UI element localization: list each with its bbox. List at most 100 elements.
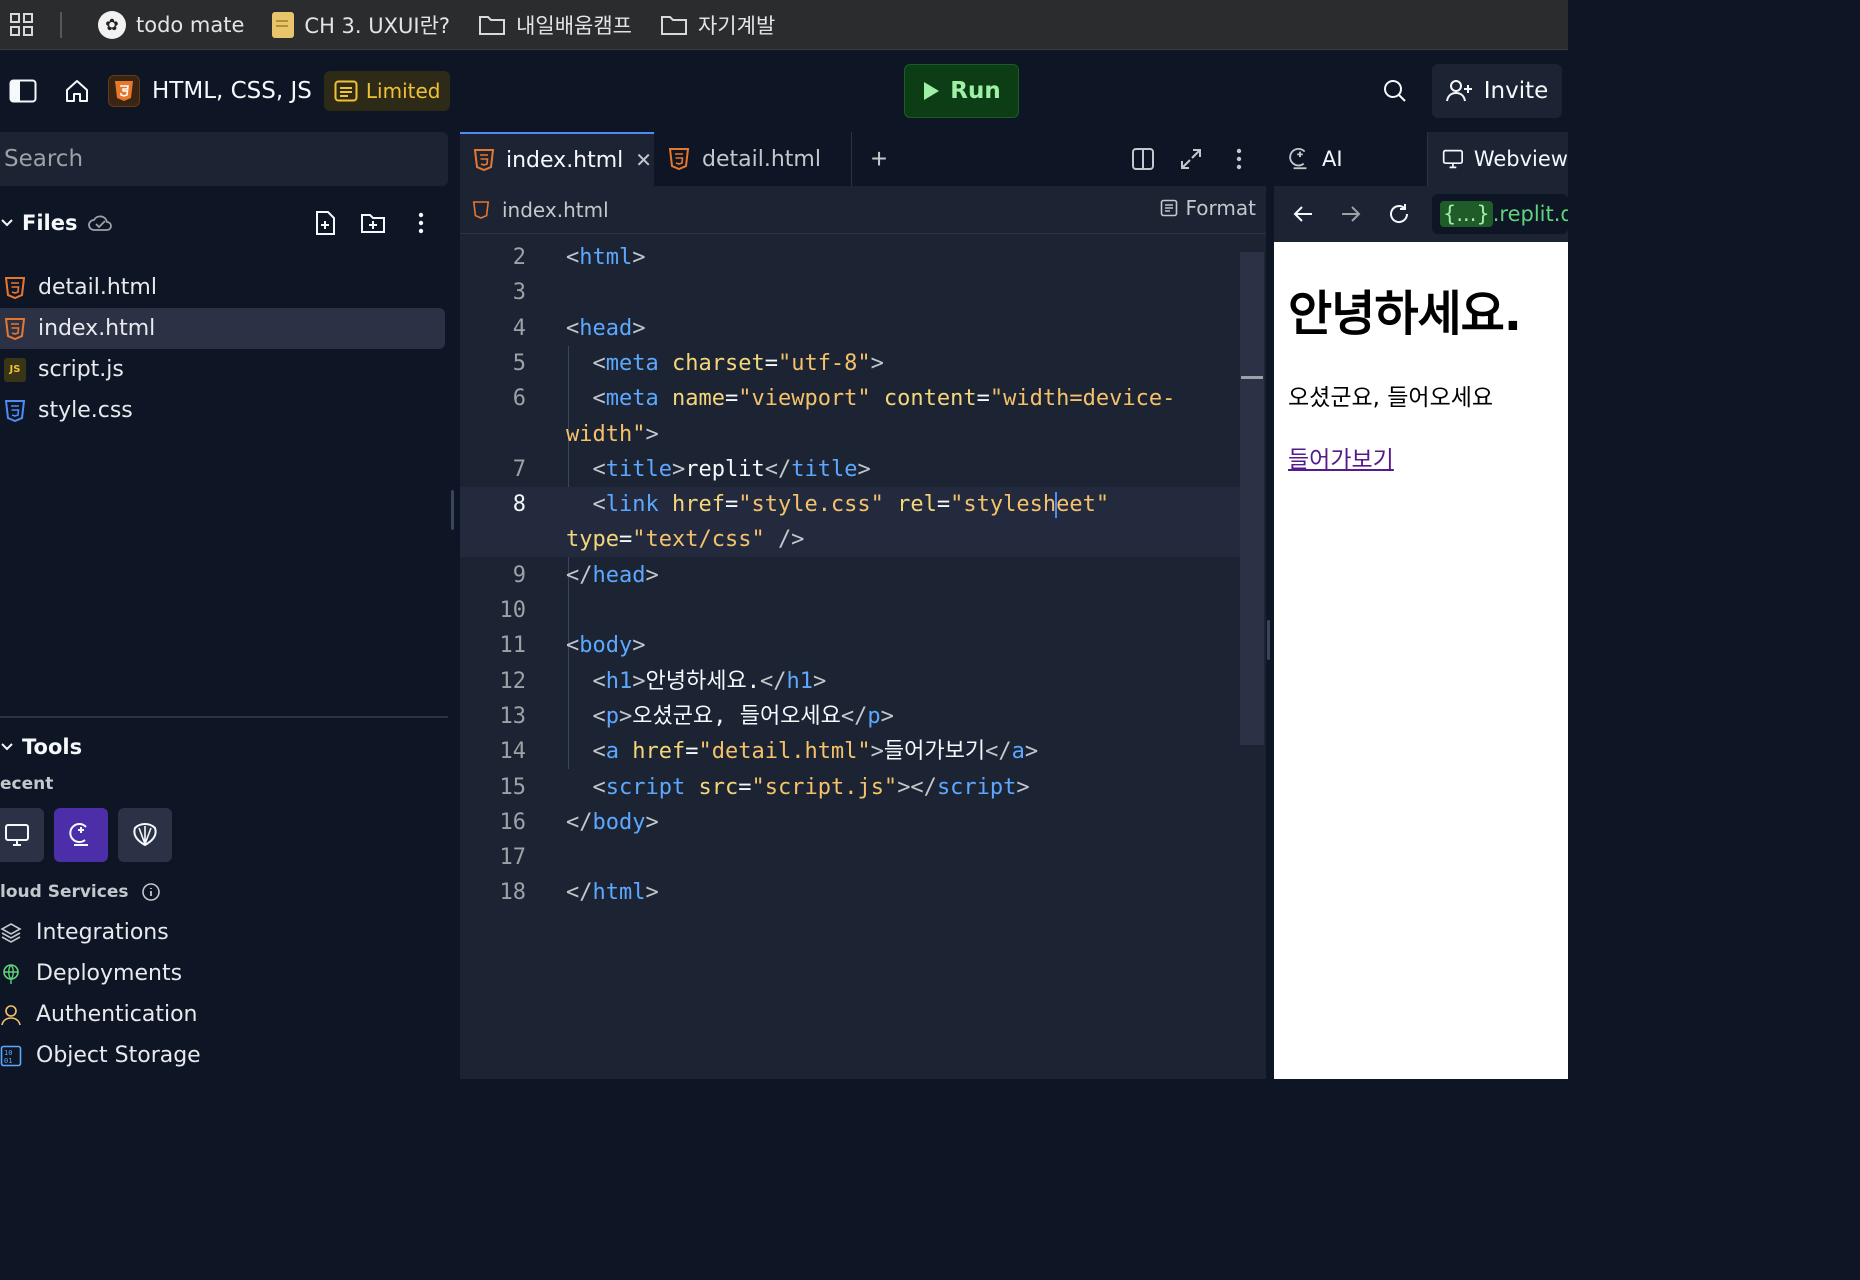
breadcrumb-file[interactable]: index.html (502, 198, 609, 222)
code-token: = (724, 492, 739, 518)
monitor-icon (5, 824, 29, 846)
apps-grid-icon[interactable] (2, 10, 42, 40)
more-options-icon[interactable] (1222, 142, 1256, 176)
cloud-item-integrations[interactable]: Integrations (0, 912, 201, 953)
chevron-down-icon (1, 219, 13, 227)
code-token: > (632, 315, 646, 341)
bookmark-todo-mate[interactable]: ✿ todo mate (84, 5, 258, 45)
ai-assistant-icon (1289, 147, 1307, 170)
code-text: <meta name="viewport" content="width=dev… (566, 381, 1175, 416)
code-token: charset (671, 350, 765, 376)
code-text: <head> (566, 311, 645, 346)
code-line: 10 (460, 593, 1240, 628)
split-view-icon[interactable] (1126, 142, 1160, 176)
bookmark-folder-bootcamp[interactable]: 내일배움캠프 (464, 5, 646, 45)
tools-header[interactable]: Tools (0, 730, 82, 764)
code-token: html (579, 245, 633, 270)
js-file-icon: JS (4, 357, 26, 382)
home-icon[interactable] (54, 68, 100, 114)
code-token: ></ (897, 774, 937, 800)
file-item-style-css[interactable]: style.css (0, 390, 445, 431)
code-text: <script src="script.js"></script> (566, 770, 1030, 805)
more-options-icon[interactable] (404, 206, 438, 240)
limited-badge[interactable]: Limited (323, 71, 451, 111)
reload-icon[interactable] (1384, 199, 1414, 229)
file-name: script.js (38, 357, 124, 382)
code-token: < (566, 774, 606, 800)
tab-ai[interactable]: AI (1274, 132, 1428, 186)
code-line: 16 </body> (460, 805, 1240, 840)
cloud-item-object-storage[interactable]: 10 01 Object Storage (0, 1035, 201, 1076)
pane-resize-handle[interactable] (1267, 620, 1270, 660)
new-file-icon[interactable] (308, 206, 342, 240)
ai-tool-button[interactable] (54, 808, 108, 862)
file-item-index-html[interactable]: index.html (0, 308, 445, 349)
webview-tool-button[interactable] (0, 808, 44, 862)
info-icon[interactable] (141, 882, 161, 902)
code-text: type="text/css" /> (566, 522, 804, 557)
code-text: </html> (566, 875, 659, 910)
repl-title[interactable]: HTML, CSS, JS (152, 78, 312, 104)
code-token: p (605, 703, 619, 729)
cloud-item-label: Object Storage (36, 1043, 201, 1068)
search-icon[interactable] (1372, 68, 1418, 114)
storage-icon: 10 01 (0, 1044, 22, 1068)
code-line: 9 </head> (460, 558, 1240, 593)
search-input[interactable]: Search (0, 132, 448, 186)
code-line: 7 <title>replit</title> (460, 452, 1240, 487)
bookmark-separator (60, 11, 62, 38)
bookmark-folder-selfdev[interactable]: 자기계발 (646, 5, 789, 45)
tab-webview[interactable]: Webview (1428, 132, 1568, 186)
cloud-item-authentication[interactable]: Authentication (0, 994, 201, 1035)
code-token: > (1016, 774, 1030, 800)
code-token: < (566, 633, 580, 659)
files-header[interactable]: Files (0, 202, 448, 244)
code-token: "stylesheet" (950, 492, 1110, 519)
code-area[interactable]: 2 <html> 3 4 <head> 5 <meta charset="utf-8"> 6… (460, 234, 1240, 1079)
close-icon[interactable]: ✕ (635, 148, 652, 172)
code-token: rel (897, 492, 937, 518)
code-text: </body> (566, 805, 659, 840)
add-tab-icon[interactable]: + (852, 132, 906, 186)
editor-scroll-thumb[interactable] (1241, 376, 1263, 379)
file-item-detail-html[interactable]: detail.html (0, 267, 445, 308)
bookmark-uxui[interactable]: CH 3. UXUI란? (258, 5, 464, 45)
new-folder-icon[interactable] (356, 206, 390, 240)
invite-button[interactable]: Invite (1432, 64, 1562, 118)
editor-scrollbar[interactable] (1240, 252, 1264, 745)
cloud-item-deployments[interactable]: Deployments (0, 953, 201, 994)
forward-arrow-icon[interactable] (1336, 199, 1366, 229)
tab-index-html[interactable]: index.html ✕ (460, 132, 654, 186)
code-token: "style.css" (738, 492, 884, 518)
format-button[interactable]: Format (1160, 196, 1256, 220)
bookmark-label: todo mate (136, 12, 245, 37)
search-placeholder: Search (4, 146, 84, 172)
tab-detail-html[interactable]: detail.html (654, 132, 852, 186)
shell-tool-button[interactable] (118, 808, 172, 862)
code-line: 3 (460, 275, 1240, 310)
limited-label: Limited (365, 79, 441, 103)
run-button[interactable]: Run (904, 64, 1019, 118)
sidebar-resize-handle[interactable] (451, 490, 454, 530)
play-icon (924, 82, 940, 100)
right-pane: AI Webview {...} .replit.dev 안녕하세요. 오셨군요… (1274, 132, 1568, 1079)
tab-label: index.html (506, 147, 624, 173)
line-number: 14 (499, 739, 527, 765)
webview-navbar: {...} .replit.dev (1274, 186, 1568, 242)
file-item-script-js[interactable]: JS script.js (0, 349, 445, 390)
url-bar[interactable]: {...} .replit.dev (1432, 194, 1568, 234)
cloud-services-list: Integrations Deployments Authentication … (0, 912, 201, 1076)
preview-link[interactable]: 들어가보기 (1288, 440, 1394, 474)
maximize-icon[interactable] (1174, 142, 1208, 176)
line-number: 11 (499, 633, 527, 659)
tab-label: AI (1322, 147, 1343, 171)
back-arrow-icon[interactable] (1288, 199, 1318, 229)
code-token: > (632, 668, 646, 694)
toggle-sidebar-icon[interactable] (0, 68, 46, 114)
code-line: 4 <head> (460, 311, 1240, 346)
code-token: </ (759, 668, 787, 694)
code-token: < (566, 245, 580, 270)
